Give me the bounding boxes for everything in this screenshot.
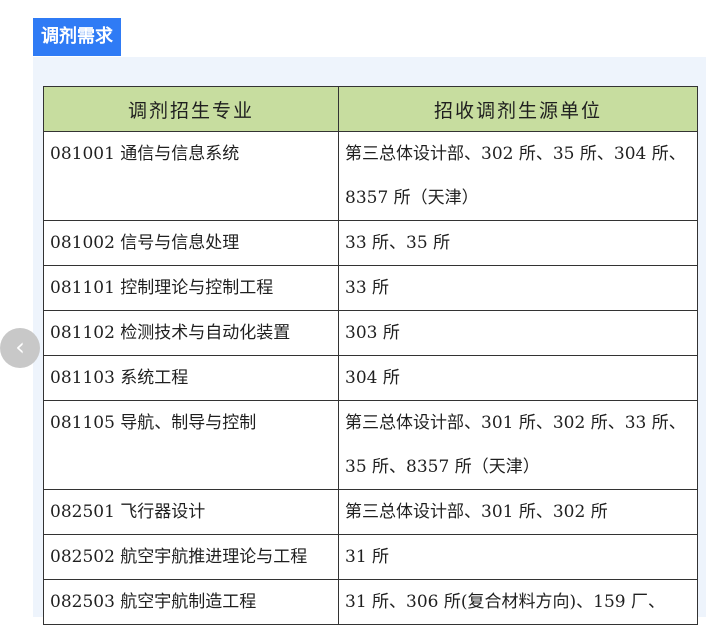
units-cell: 第三总体设计部、301 所、302 所、33 所、35 所、8357 所（天津） [338, 400, 698, 490]
units-cell: 33 所、35 所 [338, 220, 698, 266]
table-row: 081103 系统工程 304 所 [43, 355, 698, 401]
table-header-row: 调剂招生专业 招收调剂生源单位 [43, 86, 698, 132]
table-row: 082503 航空宇航制造工程 31 所、306 所(复合材料方向)、159 厂… [43, 579, 698, 625]
table-row: 081102 检测技术与自动化装置 303 所 [43, 310, 698, 356]
units-cell: 31 所 [338, 534, 698, 580]
table-row: 081105 导航、制导与控制 第三总体设计部、301 所、302 所、33 所… [43, 400, 698, 490]
major-cell: 082501 飞行器设计 [43, 489, 339, 535]
table-row: 082501 飞行器设计 第三总体设计部、301 所、302 所 [43, 489, 698, 535]
major-cell: 081103 系统工程 [43, 355, 339, 401]
table-row: 081002 信号与信息处理 33 所、35 所 [43, 220, 698, 266]
major-cell: 082502 航空宇航推进理论与工程 [43, 534, 339, 580]
major-cell: 081105 导航、制导与控制 [43, 400, 339, 490]
transfer-requirements-table: 调剂招生专业 招收调剂生源单位 081001 通信与信息系统 第三总体设计部、3… [43, 86, 698, 625]
header-major: 调剂招生专业 [43, 86, 339, 132]
units-cell: 303 所 [338, 310, 698, 356]
table-row: 082502 航空宇航推进理论与工程 31 所 [43, 534, 698, 580]
major-cell: 081102 检测技术与自动化装置 [43, 310, 339, 356]
header-source-units: 招收调剂生源单位 [338, 86, 698, 132]
major-cell: 081101 控制理论与控制工程 [43, 265, 339, 311]
prev-slide-button[interactable]: ‹ [0, 328, 40, 368]
major-cell: 081001 通信与信息系统 [43, 131, 339, 221]
major-cell: 082503 航空宇航制造工程 [43, 579, 339, 625]
table-row: 081001 通信与信息系统 第三总体设计部、302 所、35 所、304 所、… [43, 131, 698, 221]
table-row: 081101 控制理论与控制工程 33 所 [43, 265, 698, 311]
units-cell: 31 所、306 所(复合材料方向)、159 厂、 [338, 579, 698, 625]
units-cell: 第三总体设计部、301 所、302 所 [338, 489, 698, 535]
section-title: 调剂需求 [33, 18, 121, 56]
units-cell: 33 所 [338, 265, 698, 311]
chevron-left-icon: ‹ [15, 333, 25, 361]
units-cell: 304 所 [338, 355, 698, 401]
major-cell: 081002 信号与信息处理 [43, 220, 339, 266]
units-cell: 第三总体设计部、302 所、35 所、304 所、8357 所（天津） [338, 131, 698, 221]
